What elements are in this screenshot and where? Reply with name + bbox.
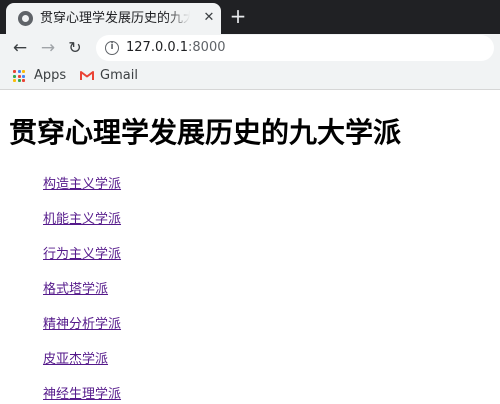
url-text[interactable]: 127.0.0.1:8000	[126, 40, 226, 56]
list-item: 行为主义学派	[43, 243, 121, 278]
school-link[interactable]: 机能主义学派	[43, 212, 121, 227]
list-item: 机能主义学派	[43, 208, 121, 243]
reload-button[interactable]: ↻	[64, 37, 86, 59]
school-link[interactable]: 格式塔学派	[43, 282, 108, 297]
forward-button[interactable]: →	[37, 37, 59, 59]
url-port: :8000	[188, 40, 226, 55]
tab-active[interactable]: 贯穿心理学发展历史的九大学派 ✕	[6, 3, 221, 34]
globe-favicon-icon	[18, 11, 33, 26]
gmail-icon[interactable]	[80, 70, 94, 81]
list-item: 精神分析学派	[43, 313, 121, 348]
school-link[interactable]: 神经生理学派	[43, 387, 121, 402]
list-item: 皮亚杰学派	[43, 348, 121, 383]
bookmark-gmail[interactable]: Gmail	[100, 67, 138, 84]
browser-toolbar: ← → ↻ i 127.0.0.1:8000	[0, 34, 500, 62]
apps-grid-icon[interactable]	[13, 70, 25, 82]
url-host: 127.0.0.1	[126, 40, 189, 55]
school-link[interactable]: 皮亚杰学派	[43, 352, 108, 367]
page-content: 贯穿心理学发展历史的九大学派 构造主义学派 机能主义学派 行为主义学派 格式塔学…	[0, 91, 500, 404]
tab-title: 贯穿心理学发展历史的九大学派	[40, 11, 190, 26]
list-item: 神经生理学派	[43, 383, 121, 404]
list-item: 格式塔学派	[43, 278, 121, 313]
bookmark-apps[interactable]: Apps	[34, 67, 66, 84]
school-link[interactable]: 精神分析学派	[43, 317, 121, 332]
site-info-icon[interactable]: i	[105, 41, 119, 55]
list-item: 构造主义学派	[43, 173, 121, 208]
school-link[interactable]: 构造主义学派	[43, 177, 121, 192]
school-link-list: 构造主义学派 机能主义学派 行为主义学派 格式塔学派 精神分析学派 皮亚杰学派 …	[43, 173, 121, 404]
new-tab-button[interactable]: +	[228, 6, 248, 26]
back-button[interactable]: ←	[9, 37, 31, 59]
tab-close-icon[interactable]: ✕	[201, 10, 217, 26]
address-bar[interactable]: i 127.0.0.1:8000	[96, 35, 494, 61]
bookmarks-bar: Apps Gmail	[0, 62, 500, 90]
school-link[interactable]: 行为主义学派	[43, 247, 121, 262]
page-title: 贯穿心理学发展历史的九大学派	[9, 116, 402, 149]
tab-strip: 贯穿心理学发展历史的九大学派 ✕ +	[0, 0, 500, 34]
